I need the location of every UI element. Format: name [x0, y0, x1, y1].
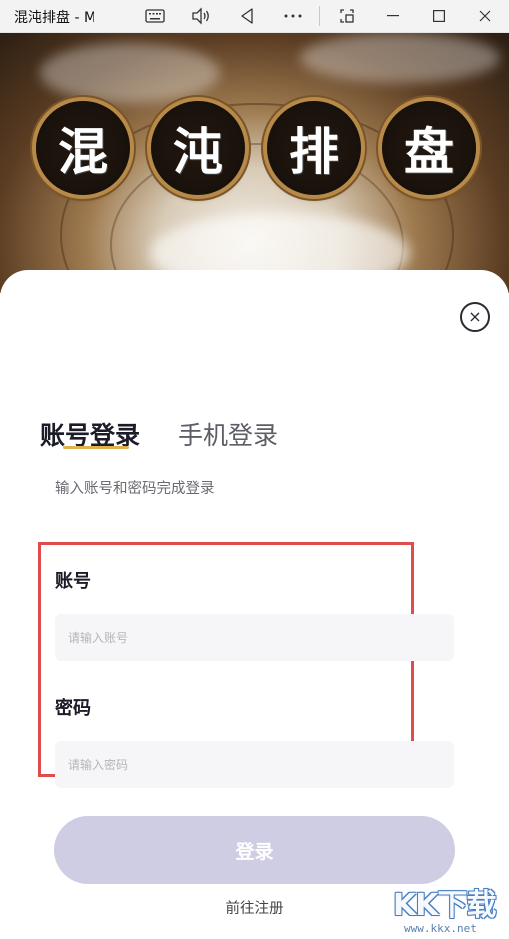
watermark-logo: KK下载: [393, 888, 496, 923]
title-medallion: 混: [36, 101, 130, 195]
account-label: 账号: [55, 571, 91, 592]
back-icon[interactable]: [234, 4, 260, 28]
password-input[interactable]: [55, 741, 454, 788]
login-submit-button[interactable]: 登录: [54, 816, 455, 884]
close-x-icon: ×: [468, 307, 482, 326]
title-medallion: 沌: [151, 101, 245, 195]
title-medallion: 排: [267, 101, 361, 195]
keyboard-icon[interactable]: [142, 4, 168, 28]
title-character: 沌: [173, 122, 223, 181]
mist-cloud: [40, 43, 220, 103]
login-subtitle: 输入账号和密码完成登录: [55, 481, 215, 497]
watermark-url: www.kkx.net: [404, 922, 477, 935]
window-titlebar: 混沌排盘 - M: [0, 0, 509, 33]
title-character: 混: [58, 122, 108, 181]
speaker-icon[interactable]: [188, 4, 214, 28]
hero-banner: 混 沌 排 盘: [0, 33, 509, 293]
more-icon[interactable]: [280, 4, 306, 28]
close-login-button[interactable]: ×: [460, 302, 490, 332]
maximize-icon[interactable]: [426, 4, 452, 28]
tab-phone-login[interactable]: 手机登录: [178, 416, 278, 452]
register-link-text[interactable]: 前往注册: [226, 901, 284, 917]
title-character: 盘: [404, 122, 454, 181]
title-medallion: 盘: [382, 101, 476, 195]
title-character: 排: [289, 122, 339, 181]
mist-cloud: [300, 33, 500, 83]
password-label: 密码: [55, 698, 91, 719]
close-icon[interactable]: [472, 4, 498, 28]
active-tab-indicator: [63, 446, 129, 449]
titlebar-divider: [319, 6, 320, 26]
minimize-icon[interactable]: [380, 4, 406, 28]
account-input[interactable]: [55, 614, 454, 661]
snip-icon[interactable]: [334, 4, 360, 28]
window-title: 混沌排盘 - M: [14, 10, 94, 26]
